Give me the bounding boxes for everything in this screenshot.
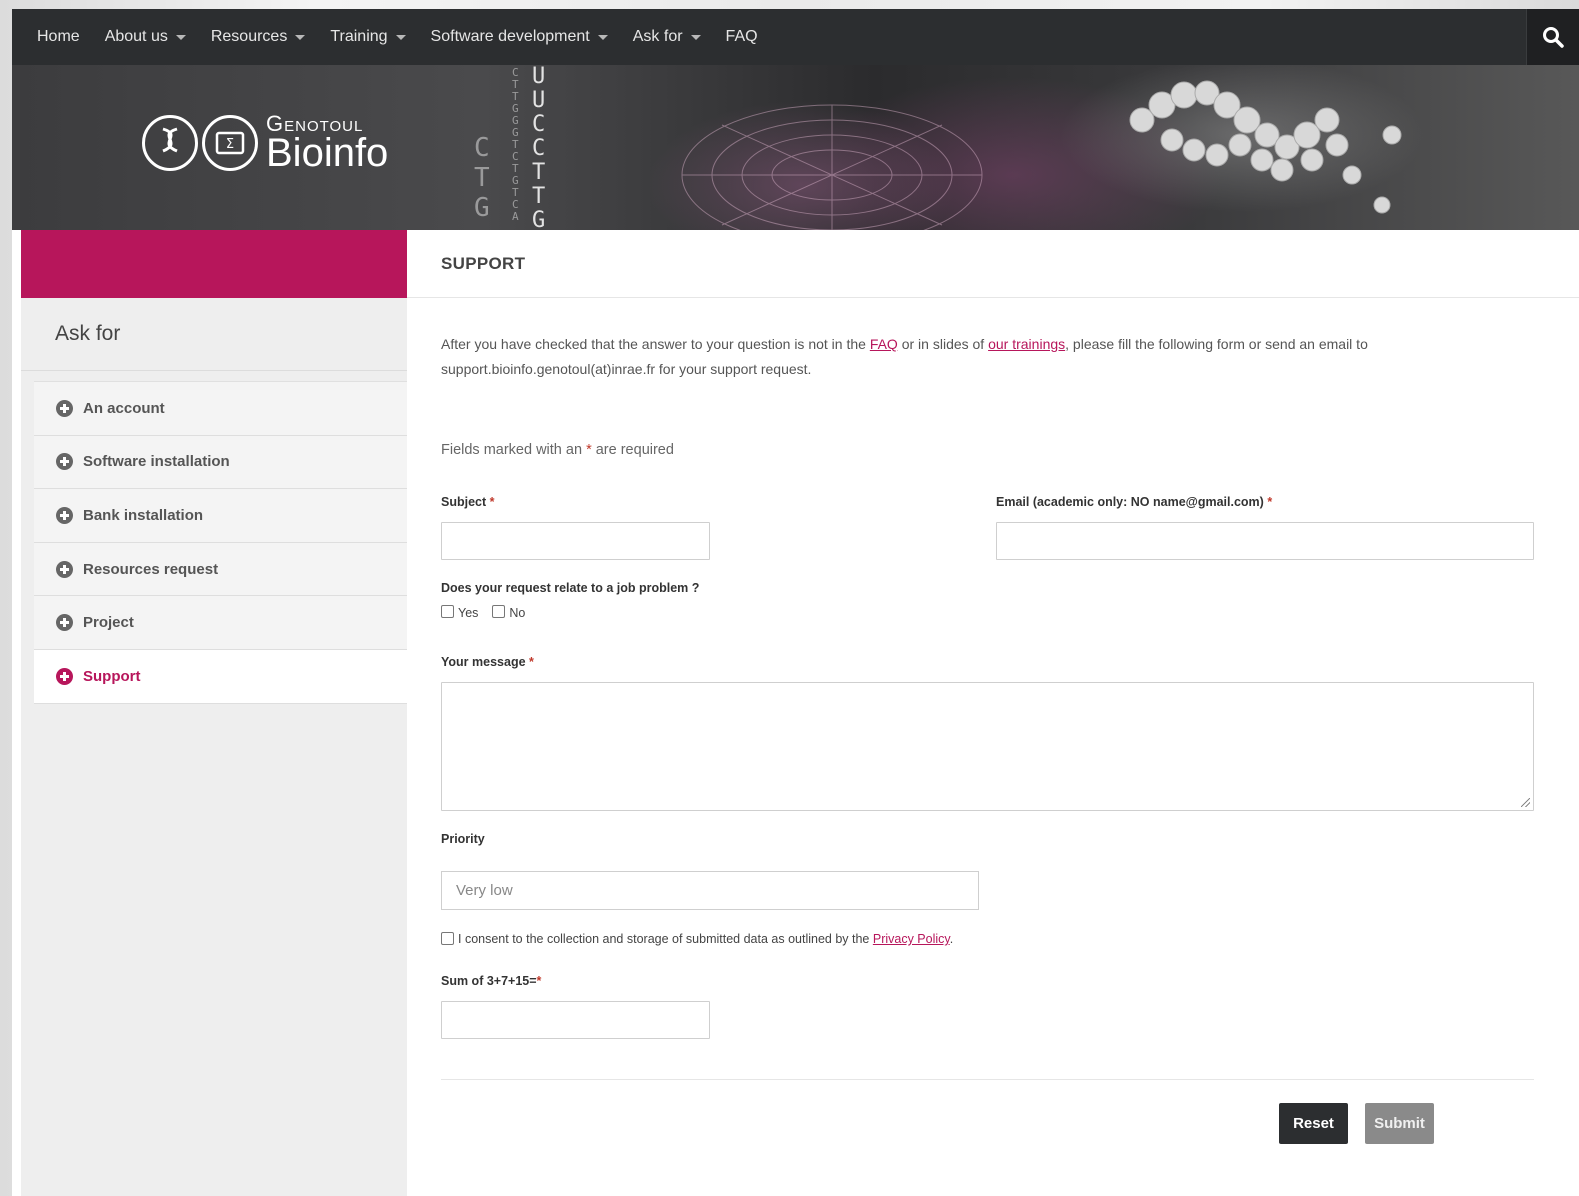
- sidebar-accent-bar: [21, 230, 407, 298]
- plus-circle-icon: [56, 506, 73, 524]
- sidebar: Ask for An account Software installation…: [21, 230, 407, 1196]
- message-label: Your message *: [441, 655, 534, 669]
- header-banner: CTG UUCCTTG CTTGGGTCTGTCA Σ Genotoul Bio…: [12, 65, 1579, 230]
- email-label: Email (academic only: NO name@gmail.com)…: [996, 495, 1273, 509]
- sidebar-title: Ask for: [21, 298, 407, 371]
- browser-page: Home About us Resources Training Softwar…: [12, 9, 1579, 1196]
- job-problem-yes[interactable]: Yes: [441, 603, 478, 620]
- resize-grip-icon[interactable]: [1521, 798, 1530, 807]
- page-title: SUPPORT: [407, 230, 1579, 298]
- message-textarea[interactable]: [441, 682, 1534, 811]
- dna-helix-decoration: [1129, 80, 1402, 214]
- wireframe-decoration: [681, 104, 983, 230]
- job-problem-no[interactable]: No: [492, 603, 525, 620]
- dna-letters-decoration: UUCCTTG: [532, 65, 546, 230]
- sidebar-item-bank-installation[interactable]: Bank installation: [34, 489, 407, 543]
- yes-checkbox[interactable]: [441, 605, 454, 618]
- nav-software-development[interactable]: Software development: [431, 28, 608, 46]
- caret-down-icon: [175, 34, 186, 40]
- search-icon: [1543, 27, 1564, 48]
- plus-circle-icon: [56, 453, 73, 471]
- intro-text: After you have checked that the answer t…: [441, 336, 1368, 377]
- nav-home[interactable]: Home: [37, 28, 80, 46]
- nav-ask-for[interactable]: Ask for: [633, 28, 701, 46]
- dna-helix-icon: [142, 115, 198, 171]
- sidebar-item-project[interactable]: Project: [34, 596, 407, 650]
- top-navigation: Home About us Resources Training Softwar…: [12, 9, 1579, 65]
- priority-selected-value: Very low: [456, 882, 513, 899]
- sidebar-item-support[interactable]: Support: [34, 649, 407, 704]
- plus-circle-icon: [56, 560, 73, 578]
- submit-button[interactable]: Submit: [1365, 1103, 1434, 1144]
- nav-faq[interactable]: FAQ: [726, 28, 758, 46]
- plus-circle-icon: [56, 399, 73, 417]
- genotoul-bioinfo-logo[interactable]: Σ Genotoul Bioinfo: [142, 113, 388, 173]
- faq-link[interactable]: FAQ: [870, 336, 898, 352]
- sidebar-menu: An account Software installation Bank in…: [34, 381, 407, 704]
- caret-down-icon: [395, 34, 406, 40]
- email-input[interactable]: [996, 522, 1534, 560]
- sidebar-item-label: Bank installation: [83, 506, 204, 524]
- nav-about-us[interactable]: About us: [105, 28, 186, 46]
- caret-down-icon: [597, 34, 608, 40]
- job-problem-options: Yes No: [441, 603, 539, 620]
- subject-label: Subject *: [441, 495, 495, 509]
- sidebar-item-software-installation[interactable]: Software installation: [34, 436, 407, 490]
- logo-bottom-text: Bioinfo: [266, 131, 389, 175]
- sidebar-item-label: An account: [83, 399, 165, 417]
- main-content: SUPPORT After you have checked that the …: [407, 230, 1579, 1196]
- svg-text:Σ: Σ: [226, 137, 234, 152]
- trainings-link[interactable]: our trainings: [988, 336, 1065, 352]
- plus-circle-icon: [56, 614, 73, 632]
- sigma-screen-icon: Σ: [202, 115, 258, 171]
- job-problem-label: Does your request relate to a job proble…: [441, 581, 700, 595]
- captcha-input[interactable]: [441, 1001, 710, 1039]
- caret-down-icon: [295, 34, 306, 40]
- captcha-label: Sum of 3+7+15=*: [441, 974, 542, 988]
- required-fields-note: Fields marked with an * are required: [441, 442, 674, 458]
- consent-row: I consent to the collection and storage …: [441, 930, 953, 946]
- caret-down-icon: [690, 34, 701, 40]
- form-divider: [441, 1079, 1534, 1080]
- dna-letters-decoration: CTG: [474, 133, 490, 223]
- subject-input[interactable]: [441, 522, 710, 560]
- consent-checkbox[interactable]: [441, 931, 454, 945]
- nav-resources[interactable]: Resources: [211, 28, 306, 46]
- sidebar-item-an-account[interactable]: An account: [34, 382, 407, 436]
- plus-circle-icon: [56, 667, 73, 685]
- sidebar-item-label: Project: [83, 614, 134, 632]
- no-checkbox[interactable]: [492, 605, 506, 618]
- sidebar-item-label: Software installation: [83, 453, 230, 471]
- sidebar-item-label: Support: [83, 667, 141, 685]
- sidebar-item-label: Resources request: [83, 560, 219, 578]
- nav-training[interactable]: Training: [330, 28, 406, 46]
- privacy-policy-link[interactable]: Privacy Policy: [873, 932, 950, 946]
- search-button[interactable]: [1526, 9, 1579, 65]
- sidebar-item-resources-request[interactable]: Resources request: [34, 543, 407, 597]
- priority-select[interactable]: Very low: [441, 871, 979, 910]
- priority-label: Priority: [441, 832, 485, 846]
- logo-wordmark: Genotoul Bioinfo: [266, 113, 389, 175]
- reset-button[interactable]: Reset: [1279, 1103, 1348, 1144]
- dna-letters-decoration: CTTGGGTCTGTCA: [512, 66, 519, 223]
